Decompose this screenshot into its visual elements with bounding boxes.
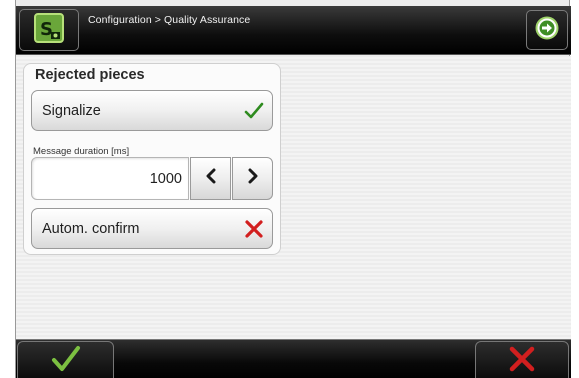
signalize-label: Signalize	[42, 103, 101, 119]
cross-icon	[508, 345, 536, 378]
footer-bar	[16, 339, 571, 378]
cross-icon	[244, 219, 264, 239]
breadcrumb: Configuration > Quality Assurance	[88, 14, 251, 26]
decrement-button[interactable]	[190, 157, 231, 200]
chevron-right-icon	[246, 168, 260, 189]
checkmark-icon	[51, 345, 81, 378]
signalize-toggle[interactable]: Signalize	[31, 90, 273, 131]
header-bar: S Configuration > Quality Assurance	[16, 6, 571, 55]
app-window: S Configuration > Quality Assurance Reje…	[15, 0, 571, 378]
message-duration-field[interactable]: 1000	[31, 157, 189, 200]
autom-confirm-label: Autom. confirm	[42, 221, 140, 237]
checkmark-icon	[244, 101, 264, 121]
autom-confirm-toggle[interactable]: Autom. confirm	[31, 208, 273, 249]
next-button[interactable]	[526, 10, 568, 50]
message-duration-label: Message duration [ms]	[33, 146, 130, 157]
confirm-button[interactable]	[17, 341, 114, 378]
cancel-button[interactable]	[475, 341, 569, 378]
rejected-pieces-panel: Rejected pieces Signalize Message durati…	[23, 63, 281, 255]
increment-button[interactable]	[232, 157, 273, 200]
message-duration-value: 1000	[149, 171, 182, 187]
chevron-left-icon	[204, 168, 218, 189]
machine-logo-icon: S	[34, 12, 64, 48]
panel-title: Rejected pieces	[35, 67, 145, 83]
arrow-right-circle-icon	[535, 16, 559, 45]
content-area: Rejected pieces Signalize Message durati…	[16, 56, 571, 339]
home-button[interactable]: S	[19, 9, 79, 51]
